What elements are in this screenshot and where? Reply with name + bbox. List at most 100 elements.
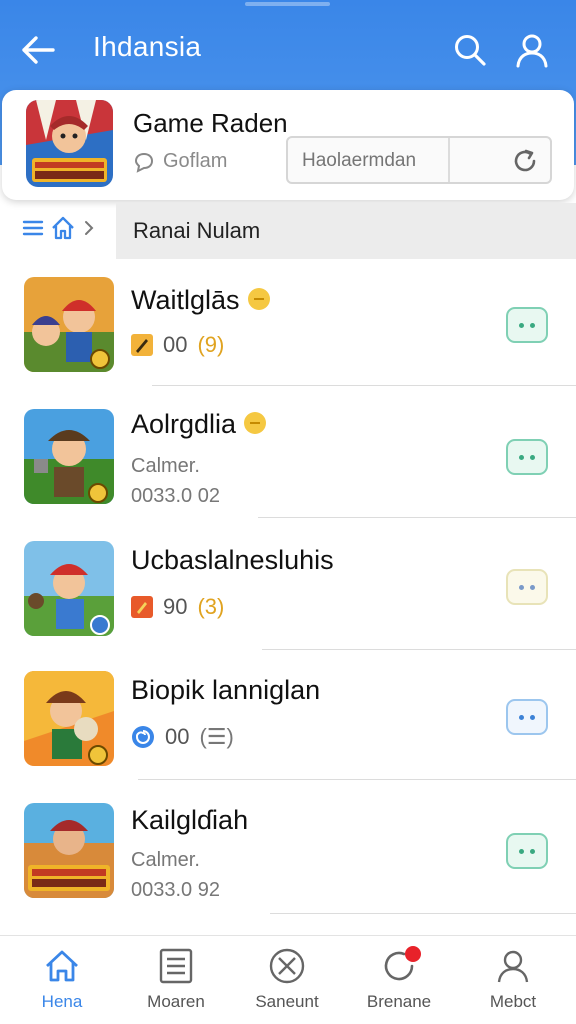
profile-icon xyxy=(497,950,529,983)
list-icon xyxy=(159,948,193,984)
home-icon xyxy=(46,950,78,982)
divider xyxy=(270,913,576,914)
divider xyxy=(138,779,576,780)
item-thumbnail xyxy=(24,541,114,636)
nav-label: Saneunt xyxy=(255,992,319,1011)
spiral-icon xyxy=(132,726,154,748)
item-count: 00 xyxy=(163,332,188,357)
profile-icon xyxy=(516,34,548,68)
item-name-row: Biopik lanniglan xyxy=(131,675,320,706)
item-name: Ucbaslalnesluhis xyxy=(131,545,334,575)
rocket-icon xyxy=(131,334,153,356)
item-name: Kailglɗiah xyxy=(131,805,249,835)
item-name: Aolrgdlia xyxy=(131,409,237,439)
item-count: 00 xyxy=(165,724,190,749)
dot xyxy=(519,322,524,328)
chevron-right-icon xyxy=(85,221,94,235)
nav-item-home[interactable]: Hena xyxy=(12,944,112,1022)
nav-item-explore[interactable]: Saneunt xyxy=(237,944,337,1022)
breadcrumb-icons xyxy=(22,215,96,241)
nav-label: Hena xyxy=(41,992,83,1011)
chat-button[interactable] xyxy=(506,699,548,735)
item-name: Biopik lanniglan xyxy=(131,675,321,705)
list-item[interactable]: Biopik lanniglan 00 (☰) xyxy=(0,651,576,781)
rocket-icon xyxy=(131,596,153,618)
game-search-box xyxy=(286,136,552,184)
item-thumbnail xyxy=(24,409,114,504)
breadcrumb: Ranai Nulam xyxy=(0,203,576,259)
dot xyxy=(519,848,524,854)
item-meta: 00 (☰) xyxy=(131,724,234,750)
chat-button[interactable] xyxy=(506,307,548,343)
list-item[interactable]: Ucbaslalnesluhis 90 (3) xyxy=(0,521,576,651)
game-search-input[interactable] xyxy=(302,148,472,174)
list-item[interactable]: Aolrgdlia Calmer. 0033.0 02 xyxy=(0,389,576,519)
search-divider xyxy=(448,138,450,182)
item-name-row: Kailglɗiah xyxy=(131,805,248,836)
chat-button[interactable] xyxy=(506,439,548,475)
breadcrumb-label: Ranai Nulam xyxy=(133,218,261,243)
nav-item-profile[interactable]: Mebct xyxy=(463,944,563,1022)
coin-icon xyxy=(247,287,270,310)
item-count: 90 xyxy=(163,594,188,619)
item-name-row: Aolrgdlia xyxy=(131,409,267,440)
notification-badge xyxy=(405,946,421,962)
back-button[interactable] xyxy=(18,30,58,70)
coin-icon xyxy=(244,411,267,434)
item-thumbnail xyxy=(24,277,114,372)
item-name-row: Waitlglās xyxy=(131,285,270,316)
item-detail: 0033.0 92 xyxy=(131,879,220,901)
item-name-row: Ucbaslalnesluhis xyxy=(131,545,334,576)
home-icon[interactable] xyxy=(50,215,76,241)
chat-button[interactable] xyxy=(506,833,548,869)
list-item[interactable]: Waitlglās 00 (9) xyxy=(0,259,576,389)
app-title: Ihdansia xyxy=(93,31,202,62)
item-meta: 00 (9) xyxy=(131,332,224,358)
profile-button[interactable] xyxy=(512,30,552,70)
chat-bubble-icon xyxy=(134,152,154,173)
nav-label: Mebct xyxy=(489,992,537,1011)
dot xyxy=(530,322,535,328)
item-detail: Calmer. xyxy=(131,849,200,871)
item-thumbnail xyxy=(24,671,114,766)
menu-icon[interactable] xyxy=(22,217,44,239)
item-thumbnail xyxy=(24,803,114,898)
search-button[interactable] xyxy=(450,30,490,70)
game-title: Game Raden xyxy=(133,108,288,138)
dot xyxy=(519,714,524,720)
nav-item-list[interactable]: Moaren xyxy=(126,944,226,1022)
item-meta: 90 (3) xyxy=(131,594,224,620)
status-notch xyxy=(245,2,330,6)
item-badge: (3) xyxy=(197,594,225,619)
divider xyxy=(262,649,576,650)
breadcrumb-current[interactable]: Ranai Nulam xyxy=(116,203,576,259)
list-item[interactable]: Kailglɗiah Calmer. 0033.0 92 xyxy=(0,781,576,914)
game-subtitle-row: Goflam xyxy=(133,150,227,173)
dot xyxy=(530,848,535,854)
dot xyxy=(519,584,524,590)
compass-icon xyxy=(269,948,305,984)
bottom-nav: Hena Moaren Saneunt Brenane Mebct xyxy=(0,935,576,1024)
game-logo[interactable] xyxy=(26,100,113,187)
nav-label: Moaren xyxy=(147,992,205,1011)
item-badge: (☰) xyxy=(199,724,234,749)
dot xyxy=(519,454,524,460)
item-badge: (9) xyxy=(197,332,225,357)
dot xyxy=(530,584,535,590)
back-arrow-icon xyxy=(22,36,55,64)
game-header-card: Game Raden Goflam xyxy=(2,90,574,200)
search-icon xyxy=(455,35,486,66)
item-detail: 0033.0 02 xyxy=(131,485,220,507)
dot xyxy=(530,454,535,460)
nav-item-notifications[interactable]: Brenane xyxy=(349,944,449,1022)
nav-label: Brenane xyxy=(366,992,432,1011)
refresh-icon xyxy=(514,149,536,172)
divider xyxy=(258,517,576,518)
game-subtitle: Goflam xyxy=(163,150,228,172)
chat-button[interactable] xyxy=(506,569,548,605)
divider xyxy=(152,385,576,386)
dot xyxy=(530,714,535,720)
refresh-button[interactable] xyxy=(510,146,540,176)
item-detail: Calmer. xyxy=(131,455,200,477)
item-name: Waitlglās xyxy=(131,285,240,315)
